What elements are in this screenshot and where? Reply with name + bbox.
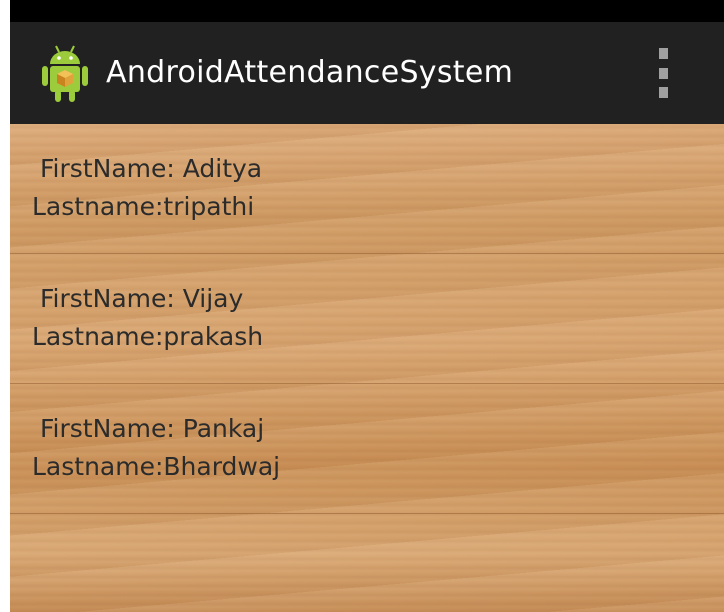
overflow-dot (658, 87, 668, 98)
student-list: FirstName: Aditya Lastname:tripathi Firs… (10, 124, 724, 612)
last-name-label: Lastname:tripathi (32, 192, 255, 221)
overflow-menu-icon[interactable] (650, 48, 676, 98)
overflow-dot (658, 67, 668, 79)
first-name-label: FirstName: Pankaj (40, 414, 265, 443)
app-screen: AndroidAttendanceSystem FirstName: Adity… (10, 0, 724, 612)
action-bar: AndroidAttendanceSystem (10, 22, 724, 124)
status-bar (10, 0, 724, 22)
app-title: AndroidAttendanceSystem (106, 55, 514, 90)
last-name-label: Lastname:Bhardwaj (32, 452, 281, 481)
last-name-label: Lastname:prakash (32, 322, 264, 351)
first-name-label: FirstName: Vijay (40, 284, 244, 313)
list-item[interactable]: FirstName: Vijay Lastname:prakash (10, 254, 724, 384)
first-name-label: FirstName: Aditya (40, 154, 263, 183)
overflow-dot (658, 48, 668, 59)
list-item[interactable]: FirstName: Pankaj Lastname:Bhardwaj (10, 384, 724, 514)
android-robot-icon[interactable] (40, 42, 90, 106)
list-item[interactable]: FirstName: Aditya Lastname:tripathi (10, 124, 724, 254)
